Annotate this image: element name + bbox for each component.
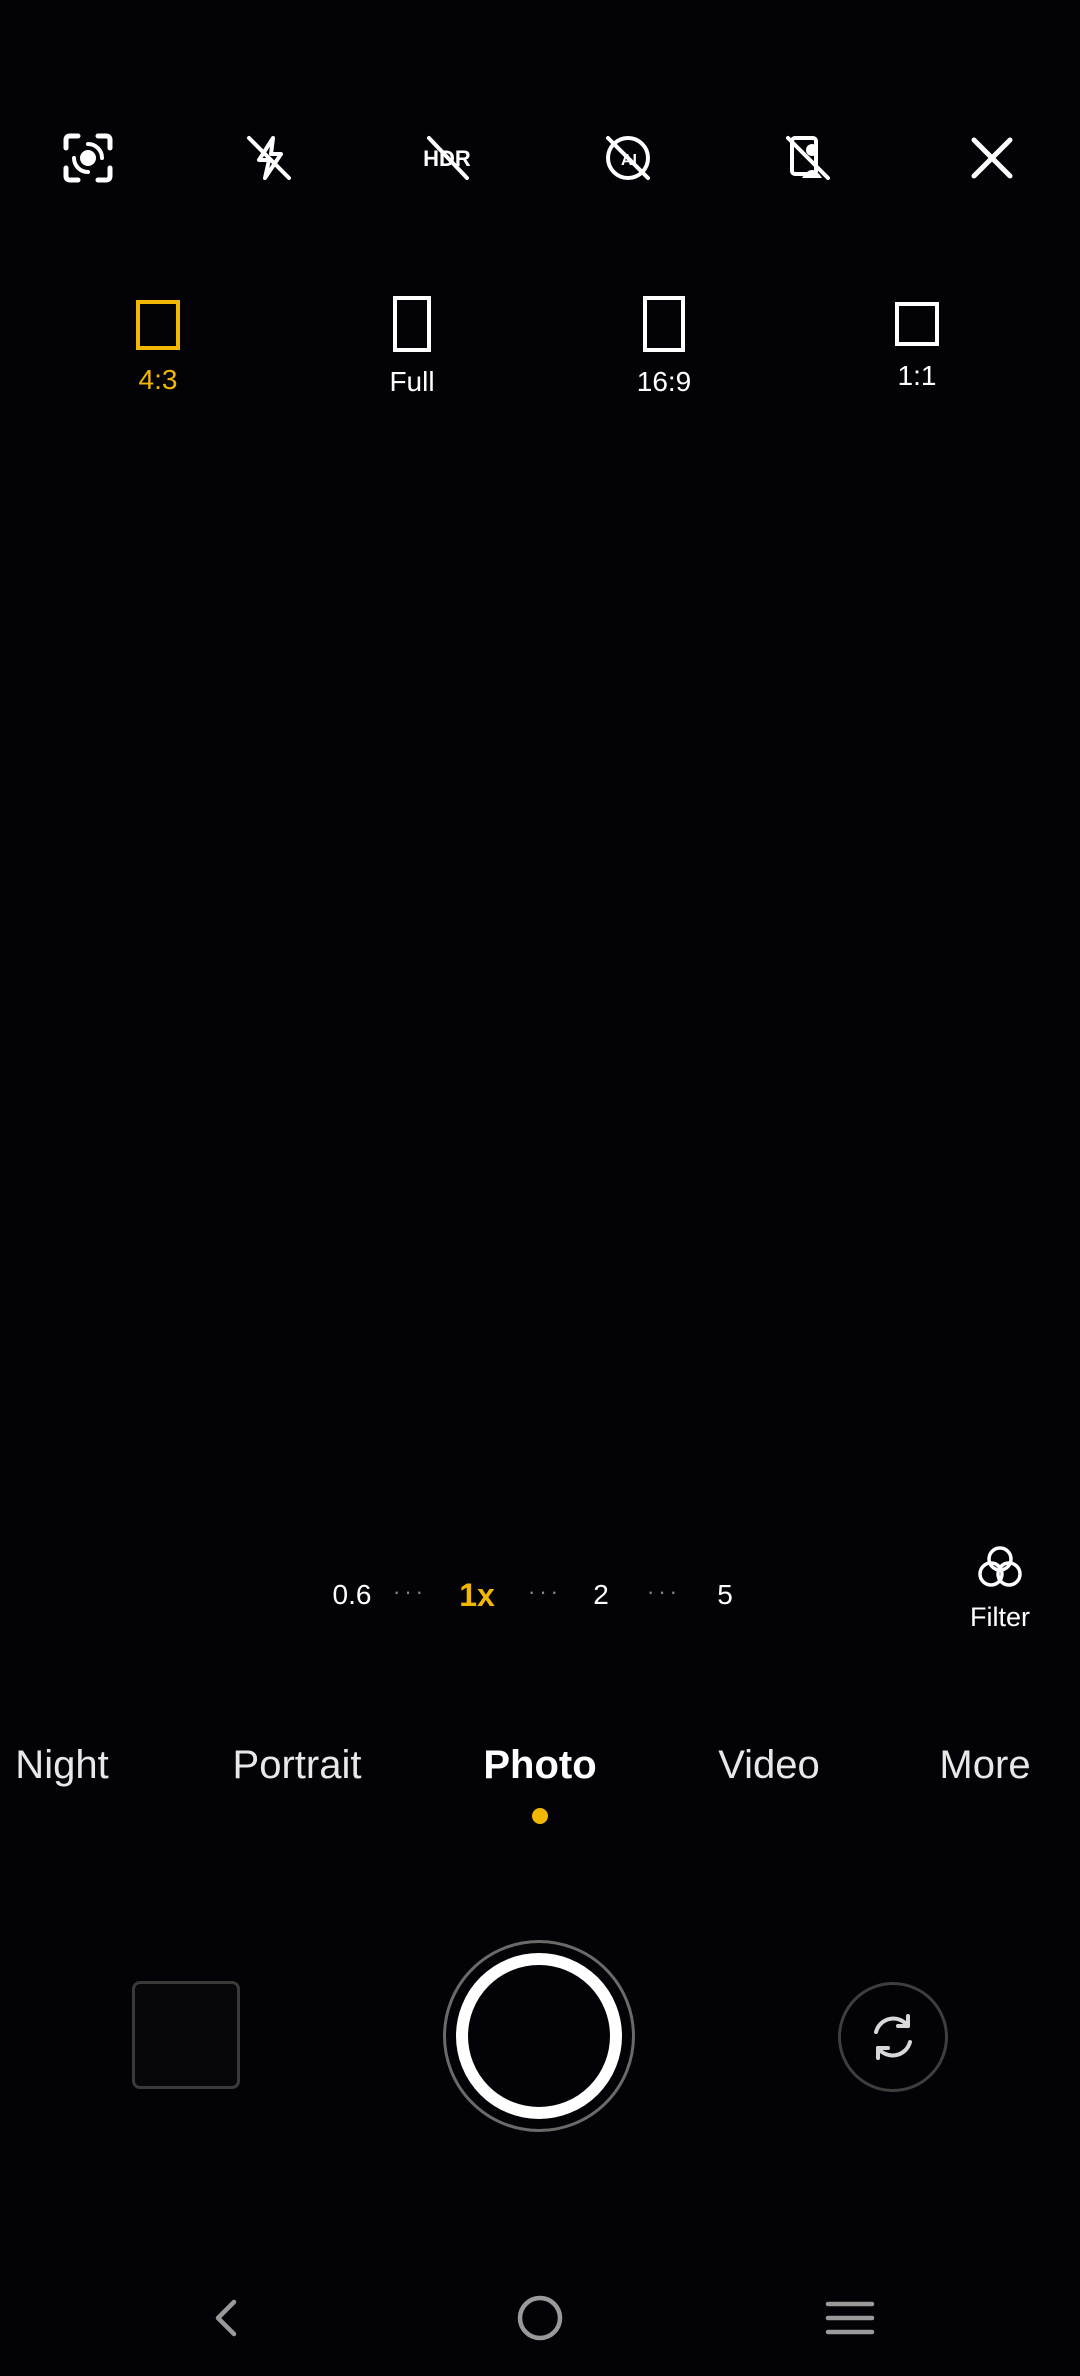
ratio-4-3-icon xyxy=(136,300,180,350)
ratio-1-1-icon xyxy=(895,302,939,346)
ratio-option-4-3[interactable]: 4:3 xyxy=(88,290,228,410)
mode-portrait[interactable]: Portrait xyxy=(233,1730,362,1800)
close-icon xyxy=(971,137,1013,179)
scan-button[interactable] xyxy=(40,110,136,206)
recents-button[interactable] xyxy=(802,2270,898,2366)
flash-button[interactable] xyxy=(221,110,317,206)
ratio-label: 4:3 xyxy=(138,364,178,395)
mode-more[interactable]: More xyxy=(939,1730,1030,1800)
camera-mode-selector: Night Portrait Photo Video More xyxy=(0,1730,1080,1800)
back-icon xyxy=(215,2299,237,2337)
mode-night[interactable]: Night xyxy=(15,1730,108,1800)
switch-camera-icon xyxy=(874,2014,912,2060)
ratio-option-full[interactable]: Full xyxy=(342,290,482,410)
mode-video[interactable]: Video xyxy=(718,1730,820,1800)
home-button[interactable] xyxy=(492,2270,588,2366)
zoom-option-2[interactable]: 2 xyxy=(593,1570,609,1620)
top-toolbar: HDR AI xyxy=(0,110,1080,206)
ai-off-icon: AI xyxy=(606,136,650,180)
flash-off-icon xyxy=(247,136,291,180)
zoom-dots: ··· xyxy=(393,1579,427,1604)
ratio-label: 16:9 xyxy=(636,366,692,397)
gallery-thumbnail[interactable] xyxy=(132,1981,240,2089)
zoom-dots: ··· xyxy=(647,1579,681,1604)
filter-button[interactable]: Filter xyxy=(950,1540,1050,1640)
scan-icon xyxy=(63,133,113,183)
hdr-button[interactable]: HDR xyxy=(399,110,495,206)
ratio-label: Full xyxy=(389,366,435,397)
ratio-option-1-1[interactable]: 1:1 xyxy=(847,290,987,410)
zoom-option-0-6[interactable]: 0.6 xyxy=(333,1570,372,1620)
ratio-full-icon xyxy=(393,296,431,352)
aspect-ratio-selector: 4:3 Full 16:9 1:1 xyxy=(0,290,1080,410)
portrait-button[interactable] xyxy=(760,110,856,206)
portrait-off-icon xyxy=(786,136,830,180)
ratio-16-9-icon xyxy=(643,296,685,352)
zoom-option-5[interactable]: 5 xyxy=(717,1570,733,1620)
back-button[interactable] xyxy=(180,2270,276,2366)
ratio-label: 1:1 xyxy=(897,360,937,391)
close-button[interactable] xyxy=(944,110,1040,206)
mode-photo[interactable]: Photo xyxy=(483,1730,596,1800)
zoom-dots: ··· xyxy=(528,1579,562,1604)
hdr-off-icon: HDR xyxy=(423,136,471,180)
ai-button[interactable]: AI xyxy=(580,110,676,206)
zoom-selector: 0.6 ··· 1x ··· 2 ··· 5 xyxy=(0,1570,1080,1620)
active-mode-indicator xyxy=(532,1808,548,1824)
system-navigation-bar xyxy=(0,2270,1080,2366)
zoom-option-1x[interactable]: 1x xyxy=(459,1570,495,1620)
shutter-inner-ring xyxy=(456,1953,622,2119)
home-icon xyxy=(517,2295,563,2341)
filter-label: Filter xyxy=(970,1602,1030,1632)
shutter-button[interactable] xyxy=(443,1940,635,2132)
menu-icon xyxy=(825,2301,875,2335)
switch-camera-button[interactable] xyxy=(838,1982,948,2092)
ratio-option-16-9[interactable]: 16:9 xyxy=(594,290,734,410)
filter-icon xyxy=(978,1546,1022,1587)
camera-screen: HDR AI xyxy=(0,0,1080,2376)
